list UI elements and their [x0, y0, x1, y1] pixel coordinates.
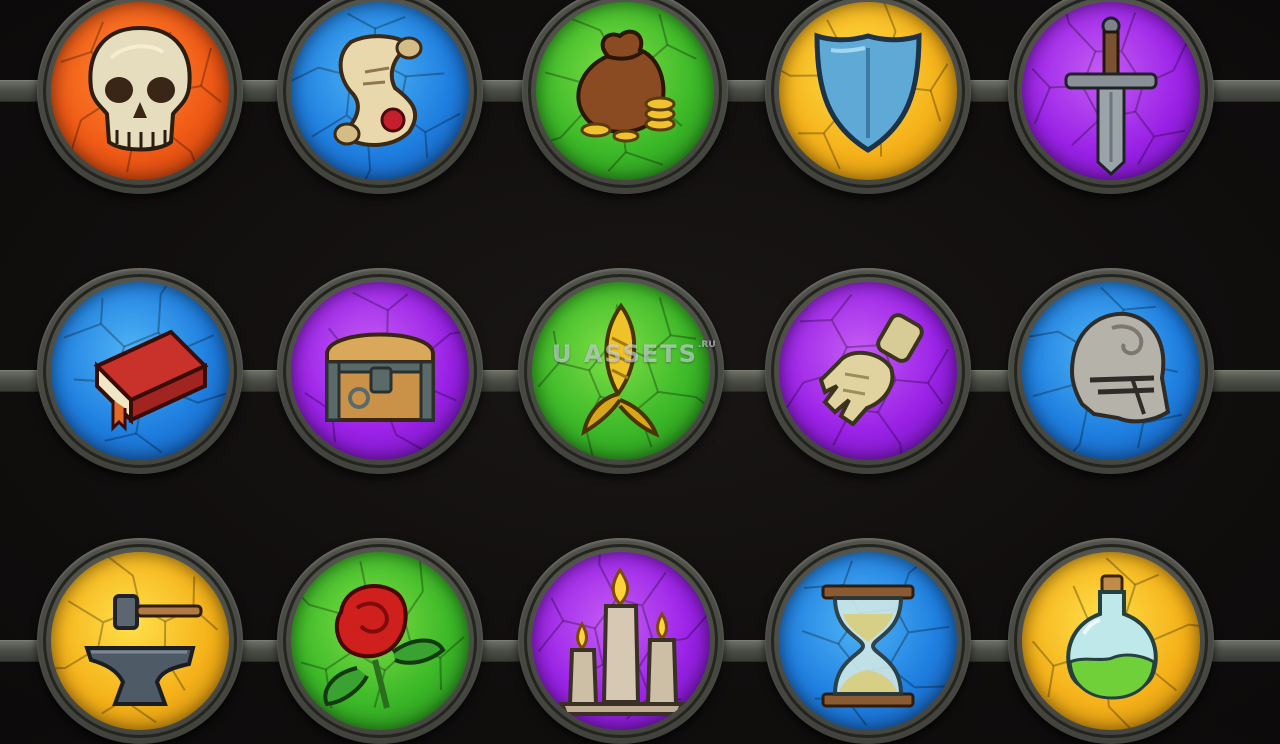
icon-slot-wheat[interactable]	[518, 268, 724, 474]
rose-icon	[323, 584, 446, 709]
scroll-icon	[333, 34, 423, 147]
icon-slot-skull[interactable]	[37, 0, 243, 194]
sword-icon	[1064, 16, 1158, 177]
anvil-hammer-icon	[84, 594, 203, 706]
icon-slot-book[interactable]	[37, 268, 243, 474]
candles-icon	[559, 567, 685, 716]
icon-slot-scroll[interactable]	[277, 0, 483, 194]
icon-slot-knight-helmet[interactable]	[1008, 268, 1214, 474]
icon-slot-gauntlet[interactable]	[765, 268, 971, 474]
icon-slot-money-bag[interactable]	[522, 0, 728, 194]
knight-helmet-icon	[1069, 311, 1171, 424]
icon-slot-potion[interactable]	[1008, 538, 1214, 744]
treasure-chest-icon	[325, 332, 435, 422]
wheat-icon	[581, 302, 660, 438]
icon-slot-candles[interactable]	[518, 538, 724, 744]
shield-icon	[814, 32, 922, 153]
icon-slot-treasure-chest[interactable]	[277, 268, 483, 474]
watermark: U ASSETS.RU	[552, 340, 716, 368]
icon-slot-rose[interactable]	[277, 538, 483, 744]
money-bag-icon	[576, 29, 676, 143]
book-icon	[93, 329, 209, 432]
skull-icon	[88, 25, 192, 152]
icon-slot-hourglass[interactable]	[765, 538, 971, 744]
hourglass-icon	[821, 584, 915, 708]
gauntlet-icon	[818, 313, 924, 427]
potion-icon	[1066, 574, 1158, 700]
watermark-text: U ASSETS	[552, 340, 698, 368]
watermark-suffix: .RU	[697, 340, 716, 350]
icon-slot-shield[interactable]	[765, 0, 971, 194]
icon-slot-anvil[interactable]	[37, 538, 243, 744]
icon-slot-sword[interactable]	[1008, 0, 1214, 194]
